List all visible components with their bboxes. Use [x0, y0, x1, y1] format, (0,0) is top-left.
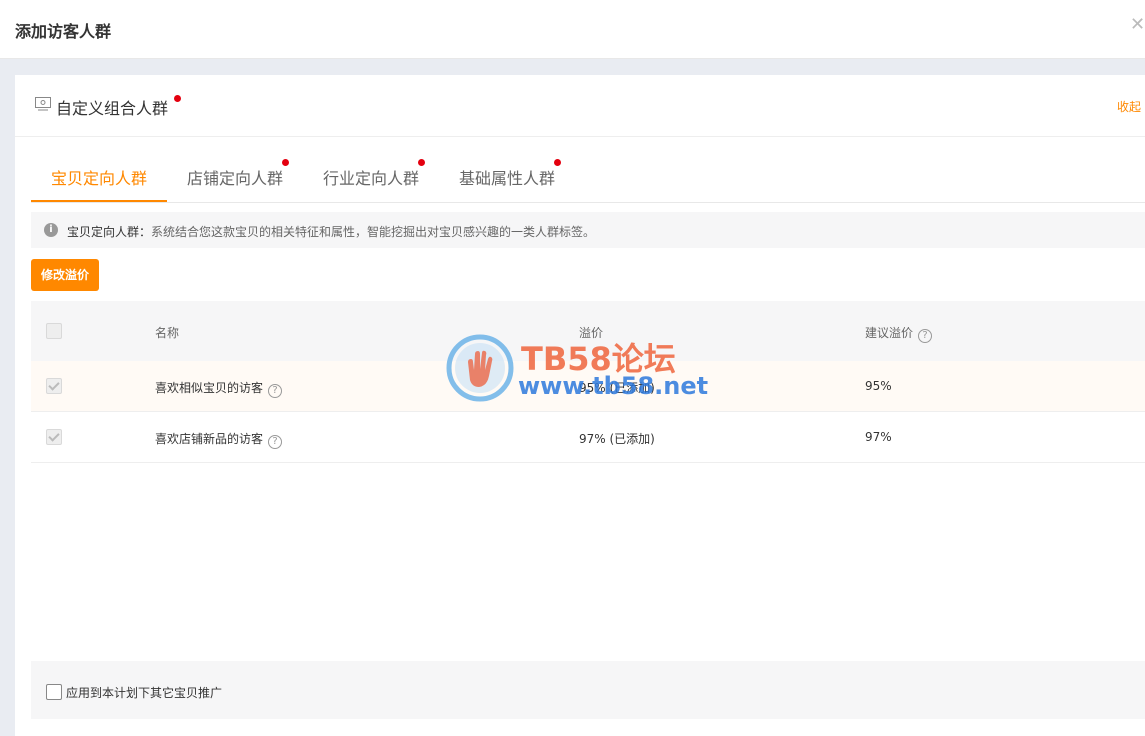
tab-industry-crowd-dot — [418, 159, 425, 166]
table-header: 名称 溢价 建议溢价? — [31, 301, 1145, 361]
row-checkbox[interactable] — [46, 378, 62, 394]
crowd-tabs: 宝贝定向人群 店铺定向人群 行业定向人群 基础属性人群 — [31, 151, 1145, 203]
modify-premium-button[interactable]: 修改溢价 — [31, 259, 99, 291]
row-name-label: 喜欢店铺新品的访客 — [155, 432, 264, 446]
tab-store-crowd[interactable]: 店铺定向人群 — [187, 165, 283, 189]
row-premium: 97% (已添加) — [579, 432, 655, 446]
panel-title: 自定义组合人群 — [56, 99, 169, 118]
tab-industry-crowd[interactable]: 行业定向人群 — [323, 165, 419, 189]
header-name: 名称 — [155, 326, 180, 340]
row-checkbox[interactable] — [46, 429, 62, 445]
dialog-title: 添加访客人群 — [15, 22, 112, 41]
help-icon[interactable]: ? — [268, 384, 283, 398]
info-text: 宝贝定向人群：系统结合您这款宝贝的相关特征和属性，智能挖掘出对宝贝感兴趣的一类人… — [67, 223, 595, 240]
header-suggested-label: 建议溢价 — [865, 326, 914, 340]
header-suggested-premium: 建议溢价? — [865, 324, 933, 343]
header-premium: 溢价 — [579, 326, 604, 340]
row-name-label: 喜欢相似宝贝的访客 — [155, 381, 264, 395]
row-suggested-premium: 97% — [865, 430, 892, 444]
tab-basic-attribute-crowd[interactable]: 基础属性人群 — [459, 165, 555, 189]
crowd-card-icon — [35, 97, 51, 111]
tab-basic-attribute-crowd-dot — [554, 159, 561, 166]
apply-to-other-items-label[interactable]: 应用到本计划下其它宝贝推广 — [66, 684, 222, 701]
active-tab-underline — [31, 200, 167, 202]
info-description: 系统结合您这款宝贝的相关特征和属性，智能挖掘出对宝贝感兴趣的一类人群标签。 — [151, 225, 596, 239]
select-all-checkbox[interactable] — [46, 323, 62, 339]
row-name: 喜欢相似宝贝的访客? — [155, 379, 283, 398]
close-icon[interactable]: ✕ — [1130, 16, 1145, 34]
tab-item-crowd[interactable]: 宝贝定向人群 — [51, 165, 147, 189]
info-strong: 宝贝定向人群： — [67, 225, 152, 239]
table-row: 喜欢相似宝贝的访客? 95% (已添加) 95% — [31, 361, 1145, 412]
info-bar: i 宝贝定向人群：系统结合您这款宝贝的相关特征和属性，智能挖掘出对宝贝感兴趣的一… — [31, 212, 1145, 248]
dialog-header: 添加访客人群 ✕ — [0, 0, 1145, 59]
collapse-link[interactable]: 收起 — [1117, 98, 1141, 115]
row-name: 喜欢店铺新品的访客? — [155, 430, 283, 449]
table-row: 喜欢店铺新品的访客? 97% (已添加) 97% — [31, 412, 1145, 463]
info-icon: i — [44, 223, 58, 237]
help-icon[interactable]: ? — [268, 435, 283, 449]
apply-to-other-items-checkbox[interactable] — [46, 684, 62, 700]
panel-title-dot — [174, 95, 181, 102]
tab-store-crowd-dot — [282, 159, 289, 166]
footer-bar: 应用到本计划下其它宝贝推广 — [31, 661, 1145, 719]
row-suggested-premium: 95% — [865, 379, 892, 393]
row-premium: 95% (已添加) — [579, 381, 655, 395]
help-icon[interactable]: ? — [918, 329, 933, 343]
custom-crowd-panel: 自定义组合人群 收起 宝贝定向人群 店铺定向人群 行业定向人群 基础属性人群 i… — [15, 75, 1145, 736]
panel-header: 自定义组合人群 收起 — [15, 75, 1145, 137]
